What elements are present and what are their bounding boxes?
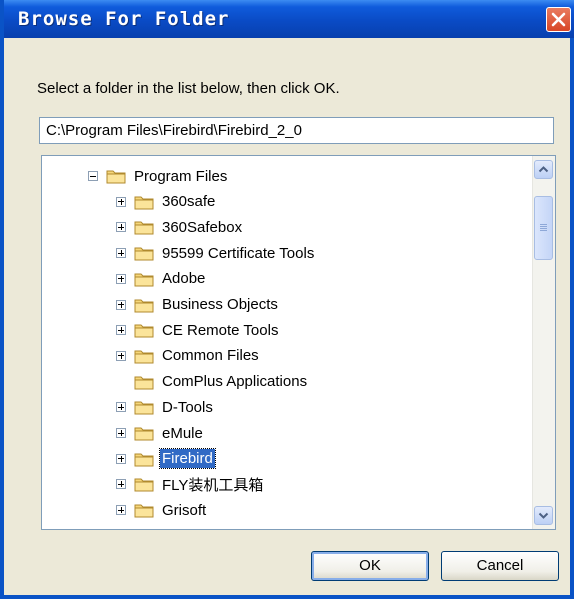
folder-icon	[134, 376, 154, 390]
collapse-toggle[interactable]	[88, 171, 98, 181]
expand-toggle[interactable]	[116, 196, 126, 207]
folder-icon	[134, 427, 154, 441]
tree-item-label: Common Files	[162, 347, 259, 365]
expand-toggle[interactable]	[116, 402, 126, 413]
ok-button[interactable]: OK	[311, 551, 429, 581]
tree-item[interactable]: Business Objects	[116, 292, 280, 318]
close-button[interactable]	[546, 7, 571, 32]
tree-item-label: Adobe	[162, 270, 206, 288]
tree-item[interactable]: 95599 Certificate Tools	[116, 240, 316, 266]
tree-item[interactable]: Common Files	[116, 343, 261, 369]
tree-item[interactable]: Adobe	[116, 266, 207, 292]
tree-item-label: ComPlus Applications	[162, 373, 308, 391]
close-icon	[551, 12, 566, 27]
folder-path-field[interactable]: C:\Program Files\Firebird\Firebird_2_0	[39, 117, 554, 144]
scroll-thumb[interactable]	[534, 196, 553, 260]
title-bar[interactable]: Browse For Folder	[4, 0, 574, 38]
expand-toggle[interactable]	[116, 505, 126, 516]
folder-icon	[134, 478, 154, 492]
folder-icon	[134, 504, 154, 518]
tree-item[interactable]: D-Tools	[116, 394, 215, 420]
tree-item[interactable]: Grisoft	[116, 497, 208, 523]
folder-icon	[134, 273, 154, 287]
expand-toggle[interactable]	[116, 325, 126, 336]
folder-icon	[134, 324, 154, 338]
folder-icon	[134, 453, 154, 467]
tree-item[interactable]: ComPlus Applications	[116, 369, 309, 395]
folder-icon	[134, 196, 154, 210]
tree-item-label: 360Safebox	[162, 218, 243, 236]
tree-item-label: CE Remote Tools	[162, 321, 279, 339]
expand-toggle[interactable]	[116, 299, 126, 310]
expand-toggle[interactable]	[116, 428, 126, 438]
tree-item-label: 360safe	[162, 193, 216, 211]
tree-item[interactable]: CE Remote Tools	[116, 317, 280, 343]
tree-item-label: FLY装机工具箱	[162, 476, 264, 494]
folder-icon	[134, 401, 154, 415]
expand-toggle[interactable]	[116, 350, 126, 361]
expand-toggle[interactable]	[116, 248, 126, 259]
window-title: Browse For Folder	[18, 8, 230, 30]
folder-icon	[134, 350, 154, 364]
folder-icon	[106, 170, 126, 184]
cancel-button[interactable]: Cancel	[441, 551, 559, 581]
expand-toggle[interactable]	[116, 453, 126, 464]
folder-icon	[134, 221, 154, 235]
expand-toggle[interactable]	[116, 222, 126, 233]
tree-item[interactable]: eMule	[116, 420, 205, 446]
folder-icon	[134, 247, 154, 261]
expand-toggle[interactable]	[116, 479, 126, 490]
folder-icon	[134, 299, 154, 312]
scroll-down-icon	[538, 512, 549, 519]
scroll-up-icon	[538, 166, 549, 173]
tree-item[interactable]: 360safe	[116, 189, 217, 215]
tree-item[interactable]: FLY装机工具箱	[116, 471, 265, 497]
vertical-scrollbar[interactable]	[532, 156, 555, 529]
tree-item[interactable]: 360Safebox	[116, 214, 244, 240]
instruction-text: Select a folder in the list below, then …	[37, 80, 340, 97]
scroll-up-button[interactable]	[534, 160, 553, 179]
tree-item[interactable]: Program Files	[88, 163, 229, 189]
tree-item-label: Program Files	[134, 167, 228, 185]
scroll-down-button[interactable]	[534, 506, 553, 525]
tree-item-label: D-Tools	[162, 398, 213, 416]
tree-item-label: 95599 Certificate Tools	[162, 244, 315, 262]
tree-item-label: eMule	[162, 424, 203, 442]
tree-item[interactable]: Firebird	[116, 446, 216, 472]
tree-item-label: Grisoft	[162, 501, 207, 519]
tree-item-label: Business Objects	[162, 296, 278, 313]
expand-toggle[interactable]	[116, 273, 126, 284]
browse-folder-dialog: Browse For Folder Select a folder in the…	[0, 0, 574, 599]
tree-item-label: Firebird	[159, 448, 216, 470]
folder-tree[interactable]: Program Files 360safe 360Safebox 95599 Cert…	[41, 155, 556, 530]
